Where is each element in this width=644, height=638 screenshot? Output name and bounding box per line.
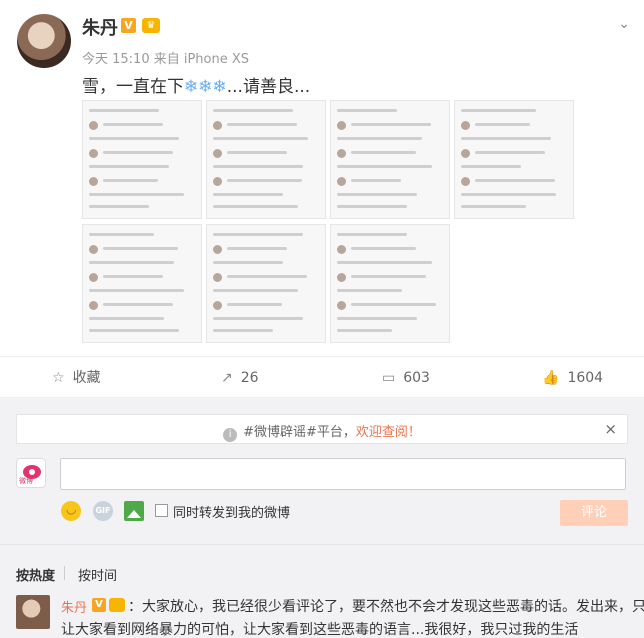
like-button[interactable]: 👍 1604: [542, 357, 603, 399]
member-crown-icon: ♛: [142, 18, 160, 33]
comment-text-line-1: ：大家放心，我已经很少看评论了，要不然也不会才发现这些恶毒的话。发出来，只是: [128, 599, 644, 615]
post-image-6[interactable]: [206, 224, 326, 343]
sort-separator: [64, 566, 65, 580]
verified-badge-icon: V: [121, 18, 136, 33]
favorite-label: 收藏: [72, 370, 101, 386]
member-crown-icon: [109, 598, 125, 612]
repost-count: 26: [240, 370, 259, 386]
weibo-post: 朱丹 V ♛ ⌄ 今天 15:10 来自 iPhone XS 雪，一直在下❄❄❄…: [0, 0, 644, 356]
post-content: 雪，一直在下❄❄❄...请善良...: [82, 72, 310, 97]
rumor-notice: i #微博辟谣#平台，欢迎查阅！ ×: [16, 414, 628, 444]
sort-by-time[interactable]: 按时间: [78, 565, 117, 584]
post-image-2[interactable]: [206, 100, 326, 219]
verified-badge-icon: V: [92, 598, 106, 612]
info-icon: i: [223, 428, 238, 442]
forward-checkbox[interactable]: [155, 504, 168, 517]
like-count: 1604: [567, 370, 604, 386]
post-image-5[interactable]: [82, 224, 202, 343]
close-icon[interactable]: ×: [604, 420, 617, 438]
sort-by-hot[interactable]: 按热度: [16, 565, 55, 584]
submit-comment-button[interactable]: 评论: [560, 500, 628, 526]
comment-text-line-2: 让大家看到网络暴力的可怕，让大家看到这些恶毒的语言...我很好，我只过我的生活: [61, 622, 579, 638]
post-image-4[interactable]: [454, 100, 574, 219]
notice-text: #微博辟谣#平台，: [243, 425, 356, 440]
repost-button[interactable]: ↗ 26: [221, 357, 259, 399]
comment-count: 603: [403, 370, 430, 386]
post-image-grid: [82, 100, 578, 347]
commenter-name[interactable]: 朱丹: [61, 597, 87, 616]
post-image-3[interactable]: [330, 100, 450, 219]
post-image-7[interactable]: [330, 224, 450, 343]
gif-icon[interactable]: GIF: [93, 501, 113, 521]
star-icon: ☆: [52, 370, 65, 386]
divider: [0, 544, 644, 545]
post-text-suffix: ...请善良...: [226, 77, 311, 97]
chevron-down-icon[interactable]: ⌄: [618, 16, 630, 32]
author-name[interactable]: 朱丹: [82, 14, 118, 40]
comments-section: i #微博辟谣#平台，欢迎查阅！ × 微博 GIF 同时转发到我的微博 评论 按热…: [0, 398, 644, 638]
repost-icon: ↗: [221, 370, 233, 386]
commenter-avatar[interactable]: [16, 595, 50, 629]
post-action-bar: ☆ 收藏 ↗ 26 ▭ 603 👍 1604: [0, 356, 644, 398]
post-image-1[interactable]: [82, 100, 202, 219]
snowflake-emoji: ❄❄❄: [184, 77, 227, 97]
comment-input[interactable]: [60, 458, 626, 490]
emoji-icon[interactable]: [61, 501, 81, 521]
author-avatar[interactable]: [17, 14, 71, 68]
current-user-avatar[interactable]: 微博: [16, 458, 46, 488]
thumbs-up-icon: 👍: [542, 370, 560, 386]
image-icon[interactable]: [124, 501, 144, 521]
forward-label: 同时转发到我的微博: [173, 506, 291, 521]
favorite-button[interactable]: ☆ 收藏: [52, 357, 101, 399]
notice-link[interactable]: 欢迎查阅！: [356, 425, 421, 440]
post-meta: 今天 15:10 来自 iPhone XS: [82, 52, 250, 67]
comment-icon: ▭: [382, 370, 396, 386]
comment-button[interactable]: ▭ 603: [382, 357, 430, 399]
avatar-label: 微博: [19, 477, 33, 485]
post-text-prefix: 雪，一直在下: [82, 77, 184, 97]
